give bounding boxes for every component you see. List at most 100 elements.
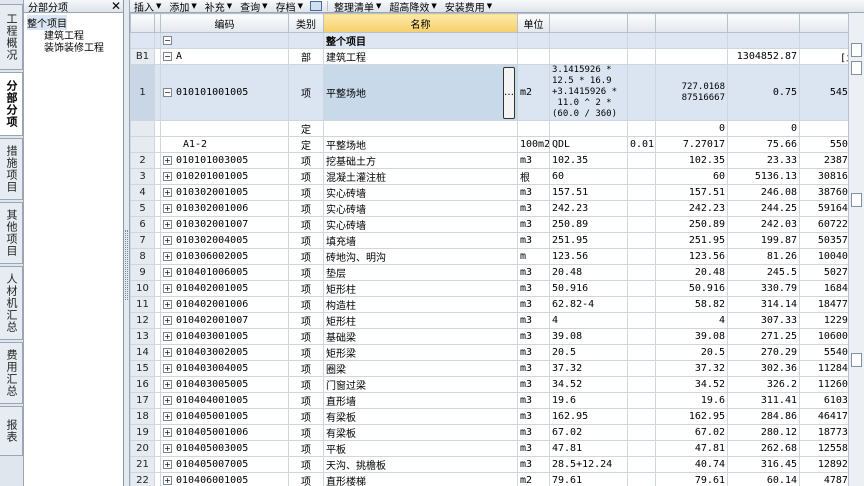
cell-code[interactable]: +010302001006 (160, 200, 289, 217)
cell-quantity-expression[interactable]: 34.52 (549, 376, 628, 393)
cell-quantity[interactable]: 7.27017 (655, 136, 728, 153)
cell-name[interactable]: 门窗过梁 (323, 376, 518, 393)
cell-type[interactable]: 项 (288, 456, 324, 473)
tab-reports[interactable]: 报表 (0, 406, 23, 456)
tab-project-overview[interactable]: 工程概况 (0, 4, 23, 70)
table-row[interactable]: 14+010403002005项矩形梁m320.520.5270.295540.… (130, 344, 848, 361)
cell-price[interactable]: 12558.73 (799, 440, 848, 457)
table-row[interactable]: 4 +010302001005 项实心砖墙 m3 157.51 157.51 246.08 3… (130, 184, 848, 201)
expand-icon[interactable]: + (163, 427, 172, 437)
cell-type[interactable]: 项 (288, 328, 324, 345)
cell-type[interactable]: 项 (288, 184, 324, 201)
cell-code[interactable]: +010402001007 (160, 312, 289, 329)
cell-name[interactable]: 填充墙 (323, 232, 518, 249)
cell-quantity-expression[interactable]: 19.6 (549, 392, 628, 409)
cell-quantity-expression[interactable]: 79.61 (549, 472, 628, 486)
cell-unit-price[interactable]: 242.03 (727, 216, 800, 233)
row-index[interactable]: 22 (130, 472, 155, 486)
cell-price[interactable]: 60722.91 (799, 216, 848, 233)
cell-type[interactable]: 项 (288, 440, 324, 457)
cell-quantity-expression[interactable] (549, 48, 628, 65)
cell-price[interactable]: 38760.06 (799, 184, 848, 201)
cell-code[interactable]: +010405007005 (160, 456, 289, 473)
cell-name[interactable]: 有梁板 (323, 424, 518, 441)
cell-content[interactable] (627, 392, 656, 409)
cell-code[interactable]: +010201001005 (160, 168, 289, 185)
table-row[interactable]: 19 +010405001006 项有梁板 m3 67.02 67.02 280.12 187… (130, 424, 848, 441)
cell-quantity-expression[interactable]: 250.89 (549, 216, 628, 233)
cell-unit-price[interactable]: 246.08 (727, 184, 800, 201)
row-index[interactable]: 6 (130, 216, 155, 233)
row-index[interactable]: 7 (130, 232, 155, 249)
cell-unit-price[interactable]: 23.33 (727, 152, 800, 169)
cell-name[interactable]: 实心砖墙 (323, 184, 518, 201)
cell-name[interactable]: 矩形柱 (323, 280, 518, 297)
collapse-icon[interactable]: − (163, 35, 172, 45)
scroll-marker[interactable] (851, 353, 862, 367)
cell-unit[interactable]: m3 (517, 264, 550, 281)
cell-code[interactable]: +010403004005 (160, 360, 289, 377)
table-row[interactable]: A1-2 定平整场地100m2QDL0.017.2701775.66550.06 (130, 136, 848, 153)
table-row[interactable]: 定000 (130, 120, 848, 137)
table-row[interactable]: 1−010101001005 项平整场地… m2 3.1415926 * 12.5 *… (130, 64, 848, 121)
cell-type[interactable]: 项 (288, 296, 324, 313)
cell-quantity[interactable]: 727.0168 87516667 (655, 64, 728, 121)
col-header-price[interactable]: 单价 (799, 13, 848, 33)
cell-quantity[interactable]: 58.82 (655, 296, 728, 313)
cell-content[interactable] (627, 264, 656, 281)
expand-icon[interactable]: + (163, 379, 172, 389)
cell-code[interactable]: +010405003005 (160, 440, 289, 457)
cell-content[interactable] (627, 296, 656, 313)
cell-quantity-expression[interactable]: 157.51 (549, 184, 628, 201)
table-row[interactable]: 3+010201001005项混凝土灌注桩根60605136.13308167.… (130, 168, 848, 185)
cell-quantity-expression[interactable]: 39.08 (549, 328, 628, 345)
table-row[interactable]: 15 +010403004005 项圈梁 m3 37.32 37.32 302.36 1128… (130, 360, 848, 377)
cell-price[interactable]: 5540.95 (799, 344, 848, 361)
cell-type[interactable]: 项 (288, 360, 324, 377)
cell-type[interactable]: 项 (288, 312, 324, 329)
row-index[interactable]: 5 (130, 200, 155, 217)
cell-quantity-expression[interactable]: 20.5 (549, 344, 628, 361)
tab-other-items[interactable]: 其他项目 (0, 202, 23, 264)
cell-code[interactable]: +010403005005 (160, 376, 289, 393)
cell-quantity-expression[interactable]: 60 (549, 168, 628, 185)
cell-unit-price[interactable]: 302.36 (727, 360, 800, 377)
cell-quantity-expression[interactable]: 67.02 (549, 424, 628, 441)
cell-unit-price[interactable]: 245.5 (727, 264, 800, 281)
cell-unit[interactable]: m3 (517, 312, 550, 329)
table-row[interactable]: 9+010401006005项垫层m320.4820.48245.55027.8… (130, 264, 848, 281)
col-header-quantity[interactable] (655, 13, 728, 33)
cell-price[interactable]: 545.26 (799, 64, 848, 121)
cell-name[interactable]: 构造柱 (323, 296, 518, 313)
cell-quantity[interactable]: 79.61 (655, 472, 728, 486)
cell-quantity-expression[interactable]: 123.56 (549, 248, 628, 265)
row-index[interactable]: 16 (130, 376, 155, 393)
row-index[interactable]: 15 (130, 360, 155, 377)
cell-quantity[interactable]: 34.52 (655, 376, 728, 393)
more-button[interactable]: … (503, 66, 515, 119)
cell-quantity[interactable]: 4 (655, 312, 728, 329)
cell-unit[interactable]: m3 (517, 280, 550, 297)
cell-quantity[interactable]: 251.95 (655, 232, 728, 249)
cell-quantity[interactable]: 242.23 (655, 200, 728, 217)
cell-unit[interactable]: m (517, 248, 550, 265)
cell-quantity-expression[interactable]: 28.5+12.24 (549, 456, 628, 473)
cell-quantity[interactable]: 60 (655, 168, 728, 185)
cell-unit[interactable]: m3 (517, 232, 550, 249)
cell-name[interactable]: 天沟、挑檐板 (323, 456, 518, 473)
expand-icon[interactable]: + (163, 459, 172, 469)
cell-quantity[interactable]: 162.95 (655, 408, 728, 425)
cell-unit[interactable]: m3 (517, 328, 550, 345)
table-row[interactable]: 13 +010403001005 项基础梁 m3 39.08 39.08 271.25 106… (130, 328, 848, 345)
cell-unit-price[interactable]: 244.25 (727, 200, 800, 217)
cell-unit-price[interactable]: 314.14 (727, 296, 800, 313)
col-header-name[interactable]: 名称 (323, 13, 518, 33)
cell-quantity-expression[interactable]: 62.82-4 (549, 296, 628, 313)
col-header-unit[interactable]: 单位 (517, 13, 550, 33)
cell-name[interactable]: 建筑工程 (323, 48, 518, 65)
cell-name[interactable]: 实心砖墙 (323, 216, 518, 233)
cell-price[interactable]: 308167.8 (799, 168, 848, 185)
expand-icon[interactable]: + (163, 443, 172, 453)
row-index[interactable] (130, 136, 155, 153)
cell-code[interactable]: +010101003005 (160, 152, 289, 169)
